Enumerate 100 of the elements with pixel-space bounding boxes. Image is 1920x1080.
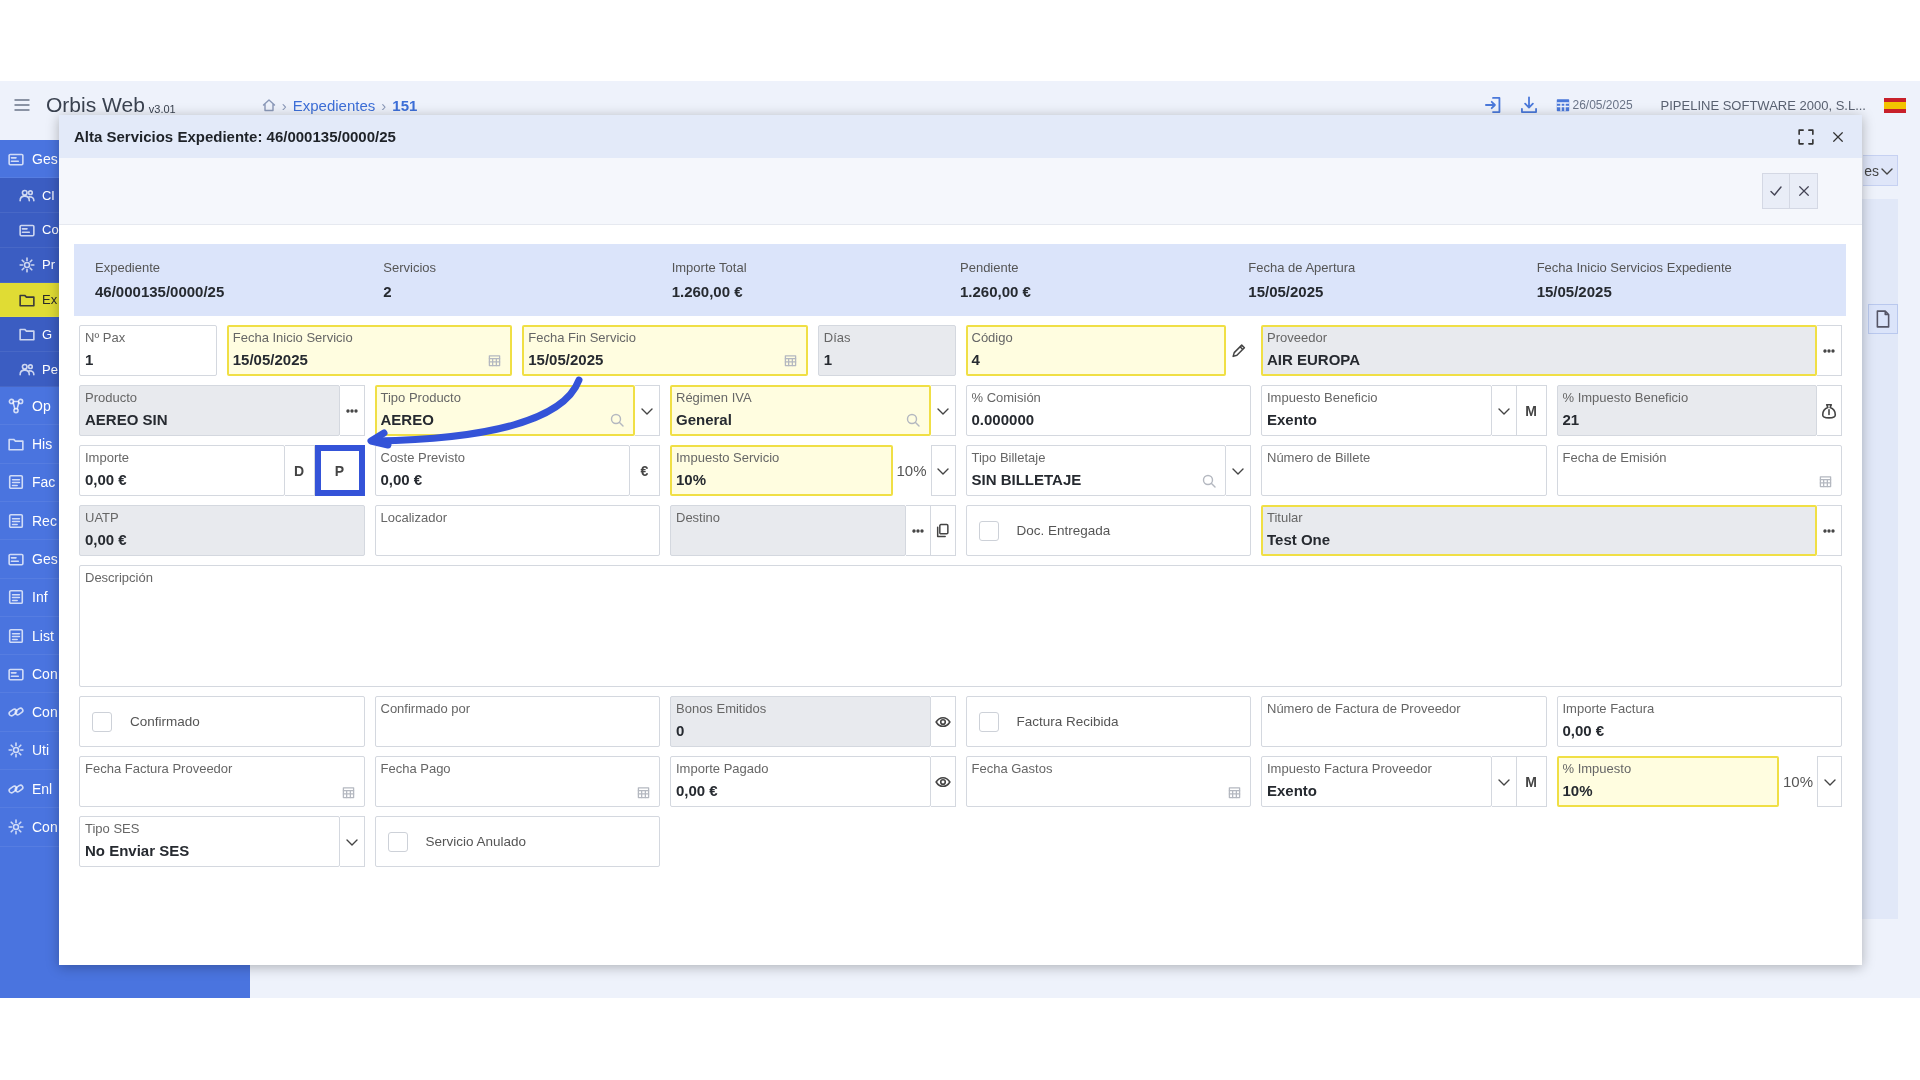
field-label: Impuesto Beneficio [1267, 390, 1378, 405]
input-field[interactable]: Importe 0,00 € [79, 445, 285, 496]
dropdown-button[interactable] [1491, 385, 1517, 436]
maximize-button[interactable] [1798, 128, 1814, 145]
input-field[interactable]: Producto AEREO SIN [79, 385, 340, 436]
sign-in-button[interactable] [1483, 96, 1502, 114]
field-label: Impuesto Servicio [676, 450, 780, 465]
company-name[interactable]: PIPELINE SOFTWARE 2000, S.L... [1660, 97, 1866, 113]
field-value: 0,00 € [380, 471, 423, 488]
dropdown-field[interactable]: Impuesto Servicio 10% [670, 445, 893, 496]
input-field[interactable]: Importe Pagado 0,00 € [670, 756, 931, 807]
breadcrumb-link[interactable]: Expedientes [292, 96, 376, 114]
date-field[interactable]: Fecha Inicio Servicio 15/05/2025 [226, 325, 513, 376]
list-icon [8, 627, 24, 644]
more-button[interactable] [1817, 505, 1842, 556]
input-field[interactable]: Días 1 [817, 325, 956, 376]
flag-icon[interactable] [1884, 97, 1906, 113]
search-icon [1202, 474, 1216, 488]
sidebar-label: List [32, 627, 54, 644]
input-field[interactable]: Número de Factura de Proveedor [1261, 696, 1547, 747]
dropdown-button[interactable] [930, 385, 956, 436]
dropdown-button[interactable] [635, 385, 660, 436]
date-field[interactable]: Fecha Factura Proveedor [79, 756, 365, 807]
input-field[interactable]: Localizador [374, 505, 660, 556]
view-button[interactable] [930, 756, 956, 807]
option-button[interactable]: P [314, 445, 365, 496]
option-button[interactable]: € [630, 445, 660, 496]
date-field[interactable]: Fecha Fin Servicio 15/05/2025 [522, 325, 808, 376]
field-value: 0 [676, 722, 685, 739]
gear-icon [19, 256, 35, 273]
sidebar-label: Ges [32, 150, 58, 167]
card-icon [19, 222, 35, 238]
close-icon [1832, 130, 1844, 143]
field-value: No Enviar SES [85, 842, 190, 859]
input-field[interactable]: % Impuesto Beneficio 21 [1556, 385, 1817, 436]
option-button[interactable]: M [1516, 385, 1547, 436]
dropdown-field[interactable]: Régimen IVA General [670, 385, 931, 436]
dropdown-button[interactable] [930, 445, 956, 496]
sidebar-label: Enl [32, 780, 53, 797]
checkbox[interactable] [978, 711, 999, 732]
input-field[interactable]: Bonos Emitidos 0 [670, 696, 931, 747]
summary-value: 15/05/2025 [1248, 283, 1324, 300]
view-button[interactable] [930, 696, 956, 747]
dropdown-field[interactable]: Impuesto Beneficio Exento [1261, 385, 1492, 436]
cancel-button[interactable] [1790, 173, 1818, 209]
date-field[interactable]: Fecha Pago [374, 756, 660, 807]
nodes-icon [8, 397, 24, 414]
input-field[interactable]: Código 4 [965, 325, 1226, 376]
checkbox[interactable] [978, 520, 999, 541]
field-value: 0,00 € [85, 471, 127, 488]
input-field[interactable]: Proveedor AIR EUROPA [1261, 325, 1817, 376]
money-bag-button[interactable] [1817, 385, 1842, 436]
input-field[interactable]: Destino [670, 505, 906, 556]
sidebar-label: Co [42, 222, 59, 238]
sidebar-label: Op [32, 397, 51, 414]
copy-button[interactable] [930, 505, 956, 556]
input-field[interactable]: UATP 0,00 € [79, 505, 365, 556]
input-field[interactable]: Coste Previsto 0,00 € [374, 445, 630, 496]
current-date: 26/05/2025 [1572, 98, 1633, 112]
field-label: UATP [85, 510, 119, 525]
close-button[interactable] [1832, 130, 1844, 143]
more-button[interactable] [339, 385, 365, 436]
field-value: 21 [1562, 411, 1580, 428]
dropdown-field[interactable]: Impuesto Factura Proveedor Exento [1261, 756, 1492, 807]
dropdown-field[interactable]: Tipo SES No Enviar SES [79, 816, 340, 867]
dropdown-field[interactable]: Tipo Billetaje SIN BILLETAJE [965, 445, 1226, 496]
dropdown-button[interactable] [1226, 445, 1251, 496]
app-title: Orbis Web [46, 93, 145, 117]
field-label: Producto [85, 390, 138, 405]
input-field[interactable]: Importe Factura 0,00 € [1556, 696, 1842, 747]
input-field[interactable]: Confirmado por [374, 696, 660, 747]
date-field[interactable]: Fecha de Emisión [1556, 445, 1842, 496]
download-button[interactable] [1519, 96, 1538, 114]
confirm-button[interactable] [1762, 173, 1790, 209]
sidebar-item[interactable]: Ex [0, 282, 59, 318]
option-button[interactable]: D [284, 445, 315, 496]
gear-icon [8, 819, 24, 835]
list-icon [8, 589, 24, 606]
input-field[interactable]: % Comisión 0.000000 [965, 385, 1251, 436]
dropdown-button[interactable] [1817, 756, 1842, 807]
dropdown-field[interactable]: % Impuesto 10% [1556, 756, 1779, 807]
more-button[interactable] [1817, 325, 1842, 376]
sidebar-label: Con [32, 819, 58, 835]
field-label: Fecha de Emisión [1562, 450, 1667, 465]
field-value: 0,00 € [1562, 722, 1605, 739]
checkbox[interactable] [387, 831, 408, 852]
textarea-field[interactable]: Descripción [79, 565, 1842, 687]
breadcrumb-link[interactable]: 151 [392, 96, 418, 114]
input-field[interactable]: Nº Pax 1 [79, 325, 217, 376]
checkbox[interactable] [92, 711, 112, 732]
dropdown-field[interactable]: Tipo Producto AEREO [374, 385, 635, 436]
field-value: 1 [85, 351, 94, 368]
option-button[interactable]: M [1516, 756, 1547, 807]
dropdown-button[interactable] [1491, 756, 1517, 807]
date-field[interactable]: Fecha Gastos [965, 756, 1251, 807]
input-field[interactable]: Número de Billete [1261, 445, 1547, 496]
check-icon [1769, 184, 1783, 198]
dropdown-button[interactable]: es [1863, 155, 1898, 186]
dropdown-button[interactable] [339, 816, 365, 867]
input-field[interactable]: Titular Test One [1261, 505, 1817, 556]
